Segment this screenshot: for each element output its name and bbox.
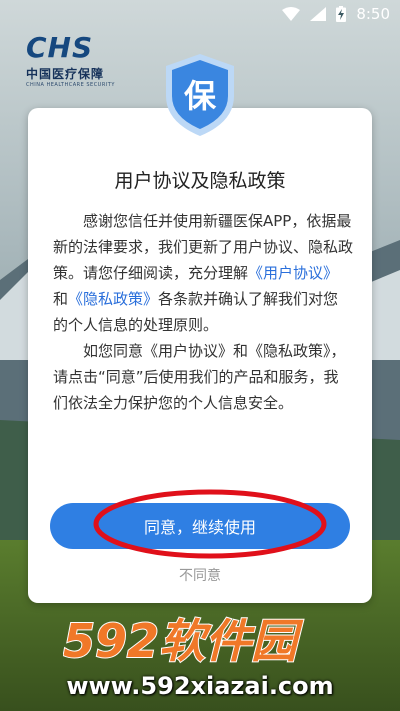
watermark-url: www.592xiazai.com	[66, 672, 334, 700]
logo-mark: CHS	[26, 31, 94, 64]
logo-chinese-name: 中国医疗保障	[26, 67, 105, 81]
body-paragraph-2: 如您同意《用户协议》和《隐私政策》，请点击“同意”后使用我们的产品和服务，我们依…	[53, 342, 346, 412]
user-agreement-link[interactable]: 《用户协议》	[248, 264, 338, 282]
body-text: 和	[53, 290, 69, 308]
wifi-icon	[282, 7, 301, 21]
disagree-button[interactable]: 不同意	[28, 565, 372, 585]
signal-icon	[310, 7, 327, 21]
dialog-body: 感谢您信任并使用新疆医保APP，依据最新的法律要求，我们更新了用户协议、隐私政策…	[53, 208, 353, 416]
status-time: 8:50	[356, 5, 390, 23]
privacy-dialog: 用户协议及隐私政策 感谢您信任并使用新疆医保APP，依据最新的法律要求，我们更新…	[28, 108, 372, 603]
chs-logo: CHS 中国医疗保障 CHINA HEALTHCARE SECURITY	[26, 31, 115, 89]
privacy-policy-link[interactable]: 《隐私政策》	[68, 290, 158, 308]
status-bar: 8:50	[0, 0, 400, 28]
body-paragraph-1: 感谢您信任并使用新疆医保APP，依据最新的法律要求，我们更新了用户协议、隐私政策…	[53, 208, 353, 338]
shield-icon: 保	[166, 54, 234, 136]
battery-charging-icon	[336, 6, 347, 22]
watermark-brand: 592软件园	[63, 613, 305, 667]
dialog-title: 用户协议及隐私政策	[114, 170, 286, 192]
agree-continue-button[interactable]: 同意，继续使用	[50, 503, 350, 549]
watermark-brand-text: 592软件园	[63, 614, 304, 667]
shield-char: 保	[184, 77, 217, 115]
logo-english-name: CHINA HEALTHCARE SECURITY	[26, 82, 115, 88]
